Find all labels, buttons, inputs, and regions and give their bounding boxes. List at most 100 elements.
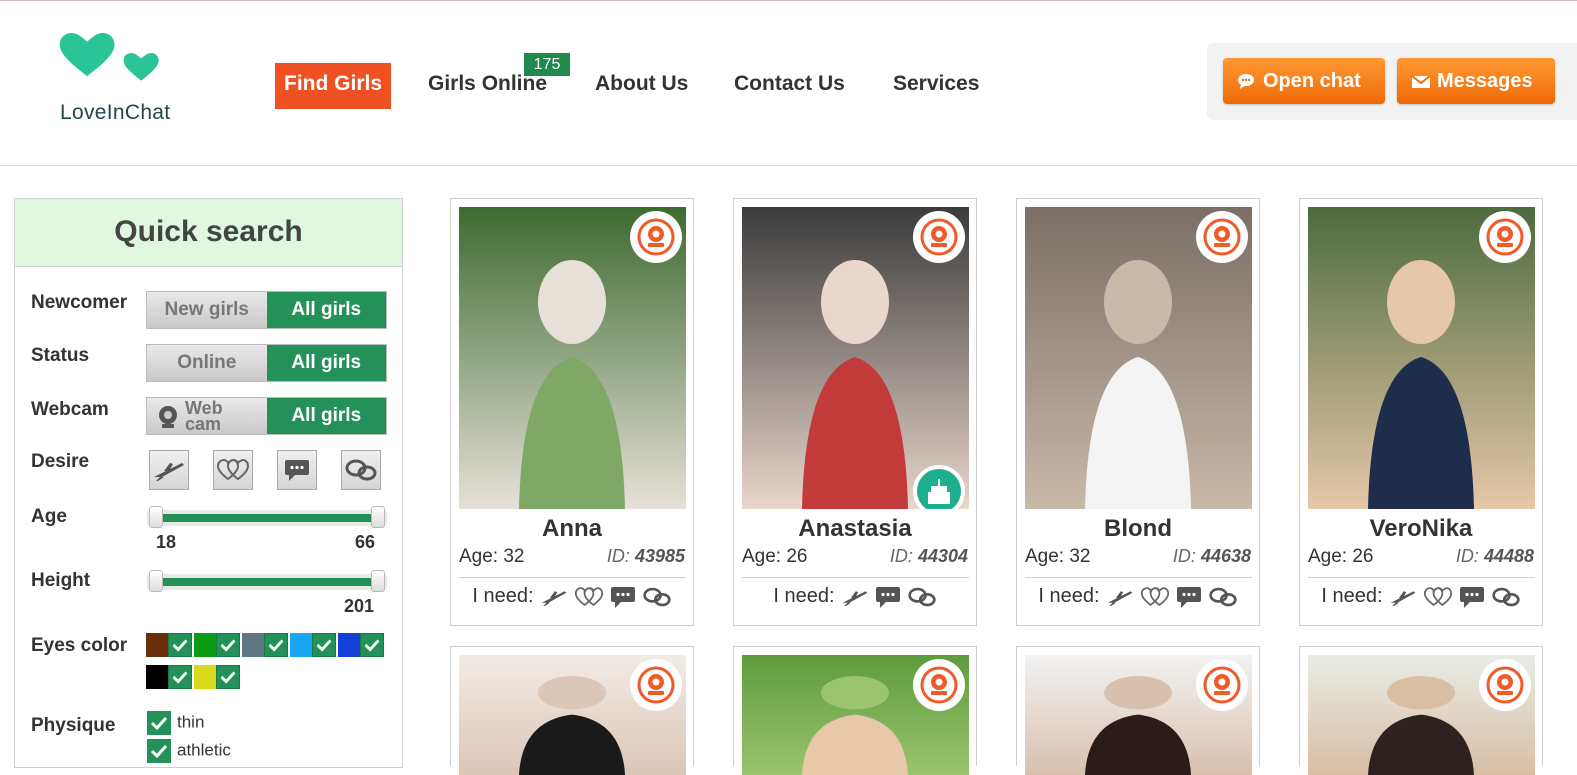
profile-name[interactable]: Blond xyxy=(1017,515,1259,543)
profile-name[interactable]: Anna xyxy=(451,515,693,543)
profile-photo-frame[interactable] xyxy=(1308,655,1535,775)
age-min-handle[interactable] xyxy=(149,506,163,528)
webcam-icon xyxy=(637,666,675,704)
eye-color-swatch[interactable] xyxy=(194,633,240,657)
online-count-badge: 175 xyxy=(524,53,570,76)
divider xyxy=(1025,577,1252,578)
eye-color-swatch[interactable] xyxy=(194,665,240,689)
chat-bubble-icon xyxy=(875,586,900,608)
checkbox-checked[interactable] xyxy=(168,665,192,689)
physique-thin-label: thin xyxy=(177,712,205,732)
webcam-badge[interactable] xyxy=(1196,211,1248,263)
status-all-girls-option[interactable]: All girls xyxy=(266,345,386,381)
desire-chat-button[interactable] xyxy=(277,450,317,490)
physique-thin-option[interactable]: thin xyxy=(147,711,204,735)
profile-needs: I need: xyxy=(1017,585,1259,608)
profile-needs: I need: xyxy=(1300,585,1542,608)
desire-romance-button[interactable] xyxy=(213,450,253,490)
check-icon xyxy=(172,671,188,684)
profile-name[interactable]: Anastasia xyxy=(734,515,976,543)
profile-card[interactable] xyxy=(1299,646,1543,775)
height-slider[interactable] xyxy=(147,568,387,594)
hearts-icon xyxy=(1423,587,1452,606)
divider xyxy=(1308,577,1535,578)
checkbox-checked[interactable] xyxy=(168,633,192,657)
profile-card[interactable]: Anastasia Age: 26 ID: 44304 I need: xyxy=(733,198,977,626)
profile-card[interactable]: Blond Age: 32 ID: 44638 I need: xyxy=(1016,198,1260,626)
height-min-handle[interactable] xyxy=(149,570,163,592)
profile-id: ID: 43985 xyxy=(606,546,685,566)
logo[interactable]: LoveInChat xyxy=(58,31,208,131)
checkbox-checked[interactable] xyxy=(216,633,240,657)
profile-card[interactable] xyxy=(450,646,694,775)
checkbox-checked[interactable] xyxy=(312,633,336,657)
new-girls-option[interactable]: New girls xyxy=(147,292,267,328)
profile-photo-frame[interactable] xyxy=(1308,207,1535,509)
age-slider[interactable] xyxy=(147,504,387,530)
profile-id: ID: 44638 xyxy=(1172,546,1251,566)
profile-photo-frame[interactable] xyxy=(459,655,686,775)
age-slider-fill xyxy=(155,514,379,522)
eyes-color-label: Eyes color xyxy=(31,635,128,656)
webcam-badge[interactable] xyxy=(1196,659,1248,711)
profile-id: ID: 44488 xyxy=(1455,546,1534,566)
nav-services[interactable]: Services xyxy=(893,63,979,109)
open-chat-button[interactable]: Open chat xyxy=(1223,58,1385,104)
profile-photo-frame[interactable] xyxy=(742,207,969,509)
profile-card[interactable]: Anna Age: 32 ID: 43985 I need: xyxy=(450,198,694,626)
webcam-badge[interactable] xyxy=(630,659,682,711)
nav-about-us[interactable]: About Us xyxy=(595,63,688,109)
age-max-handle[interactable] xyxy=(371,506,385,528)
desire-label: Desire xyxy=(31,451,90,472)
nav-contact-us[interactable]: Contact Us xyxy=(734,63,845,109)
webcam-badge[interactable] xyxy=(913,659,965,711)
eye-color-swatch[interactable] xyxy=(146,633,192,657)
nav-find-girls[interactable]: Find Girls xyxy=(275,63,392,109)
birthday-badge xyxy=(913,465,965,509)
profile-photo-frame[interactable] xyxy=(1025,207,1252,509)
color-chip xyxy=(194,665,216,689)
needs-label: I need: xyxy=(1038,585,1100,607)
webcam-badge[interactable] xyxy=(630,211,682,263)
profile-card[interactable] xyxy=(1016,646,1260,775)
plane-icon xyxy=(1107,590,1132,606)
plane-icon xyxy=(842,590,867,606)
eye-color-swatch[interactable] xyxy=(146,665,192,689)
height-max-handle[interactable] xyxy=(371,570,385,592)
checkbox-checked[interactable] xyxy=(360,633,384,657)
profile-photo-frame[interactable] xyxy=(459,207,686,509)
desire-talk-button[interactable] xyxy=(341,450,381,490)
speech-bubbles-icon xyxy=(907,587,936,606)
eye-color-swatch[interactable] xyxy=(338,633,384,657)
newcomer-all-girls-option[interactable]: All girls xyxy=(266,292,386,328)
checkbox-checked[interactable] xyxy=(264,633,288,657)
profile-card[interactable] xyxy=(733,646,977,775)
webcam-icon xyxy=(1203,218,1241,256)
online-option[interactable]: Online xyxy=(147,345,267,381)
desire-travel-button[interactable] xyxy=(149,450,189,490)
profile-id: ID: 44304 xyxy=(889,546,968,566)
profile-photo-frame[interactable] xyxy=(1025,655,1252,775)
webcam-all-girls-option[interactable]: All girls xyxy=(266,398,386,434)
check-icon xyxy=(364,639,380,652)
profile-card[interactable]: VeroNika Age: 26 ID: 44488 I need: xyxy=(1299,198,1543,626)
webcam-icon xyxy=(637,218,675,256)
eye-color-swatch[interactable] xyxy=(242,633,288,657)
physique-athletic-option[interactable]: athletic xyxy=(147,739,231,763)
physique-athletic-label: athletic xyxy=(177,740,231,760)
webcam-badge[interactable] xyxy=(913,211,965,263)
check-icon xyxy=(220,671,236,684)
profile-name[interactable]: VeroNika xyxy=(1300,515,1542,543)
checkbox-checked[interactable] xyxy=(147,739,171,763)
logo-text: LoveInChat xyxy=(60,101,171,124)
webcam-badge[interactable] xyxy=(1479,659,1531,711)
checkbox-checked[interactable] xyxy=(216,665,240,689)
webcam-option[interactable]: Web cam xyxy=(147,398,267,434)
eye-color-swatch[interactable] xyxy=(290,633,336,657)
profile-photo-frame[interactable] xyxy=(742,655,969,775)
checkbox-checked[interactable] xyxy=(147,711,171,735)
messages-button[interactable]: Messages xyxy=(1397,58,1555,104)
webcam-badge[interactable] xyxy=(1479,211,1531,263)
color-chip xyxy=(242,633,264,657)
newcomer-toggle: New girls All girls xyxy=(146,291,387,329)
